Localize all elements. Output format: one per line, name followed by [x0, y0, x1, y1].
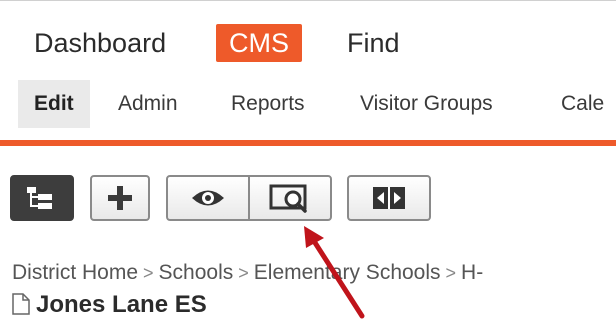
- breadcrumb-item[interactable]: H-: [461, 261, 483, 284]
- tree-view-icon: [27, 187, 52, 209]
- breadcrumb-item[interactable]: Elementary Schools: [254, 261, 441, 284]
- breadcrumb-separator: >: [238, 263, 249, 283]
- document-icon: [12, 293, 30, 315]
- add-button[interactable]: [90, 175, 150, 221]
- tab-edit[interactable]: Edit: [18, 80, 90, 128]
- breadcrumb-separator: >: [143, 263, 154, 283]
- breadcrumb-item[interactable]: District Home: [12, 261, 138, 284]
- tab-admin[interactable]: Admin: [118, 80, 178, 128]
- top-border: [0, 0, 616, 1]
- tab-reports[interactable]: Reports: [231, 80, 305, 128]
- nav-find[interactable]: Find: [347, 18, 400, 68]
- on-page-edit-button[interactable]: [166, 175, 250, 221]
- breadcrumb-item[interactable]: Schools: [159, 261, 234, 284]
- toggle-navigation-pane-button[interactable]: [10, 175, 74, 221]
- eye-icon: [192, 190, 224, 206]
- nav-cms[interactable]: CMS: [216, 24, 302, 62]
- compare-button[interactable]: [347, 175, 431, 221]
- breadcrumb-separator: >: [445, 263, 457, 283]
- nav-dashboard[interactable]: Dashboard: [34, 18, 166, 68]
- plus-icon: [108, 186, 132, 210]
- tab-cale[interactable]: Cale: [561, 80, 604, 128]
- page-title: Jones Lane ES: [12, 288, 207, 322]
- preview-magnifier-icon: [269, 184, 307, 213]
- global-nav: Dashboard CMS Find: [0, 18, 616, 68]
- accent-bar: [0, 140, 616, 146]
- tab-visitor-groups[interactable]: Visitor Groups: [360, 80, 493, 128]
- breadcrumb: District Home > Schools > Elementary Schools…: [12, 258, 483, 288]
- cms-subnav: Edit Admin Reports Visitor Groups Cale: [0, 80, 616, 128]
- compare-arrows-icon: [373, 187, 405, 209]
- preview-button[interactable]: [248, 175, 332, 221]
- page-title-text: Jones Lane ES: [36, 291, 207, 318]
